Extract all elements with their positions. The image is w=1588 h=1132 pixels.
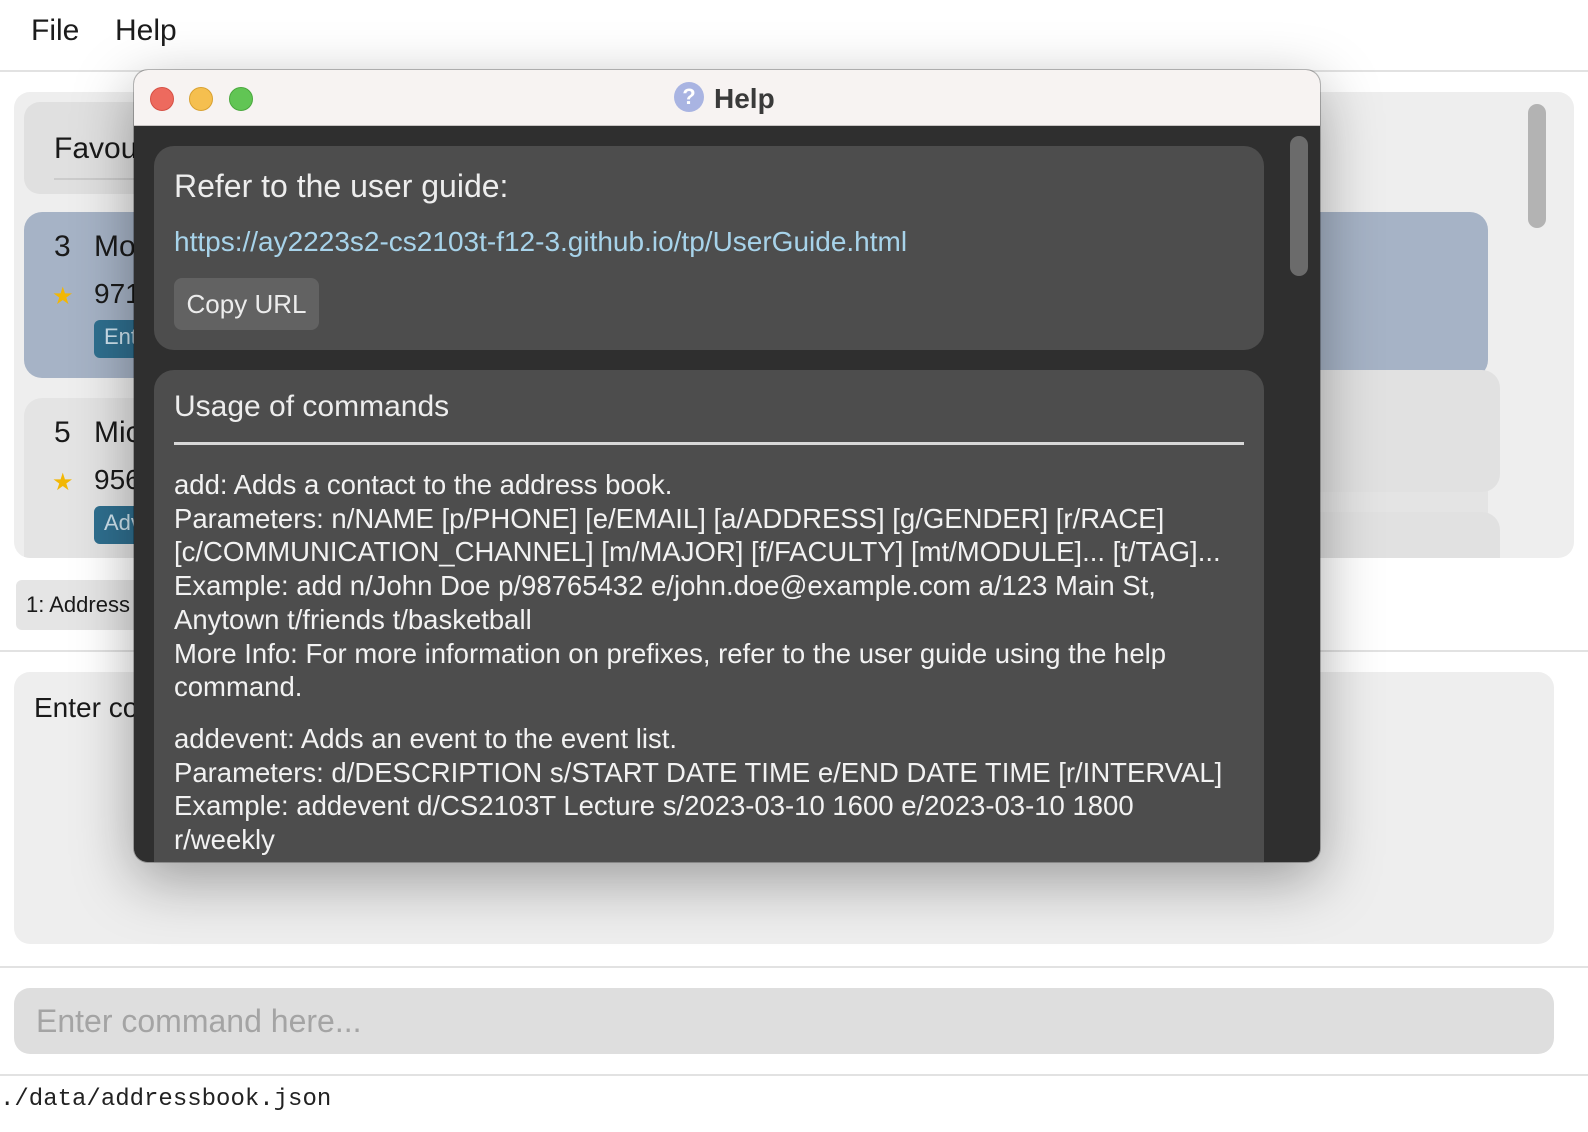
event-card[interactable] (1294, 512, 1500, 558)
menu-file[interactable]: File (31, 14, 79, 48)
usage-title: Usage of commands (174, 390, 450, 423)
minimize-window-button[interactable] (189, 87, 213, 111)
favourite-star-icon: ★ (52, 283, 74, 310)
command-usage-addevent: addevent: Adds an event to the event lis… (174, 722, 1254, 857)
maximize-window-button[interactable] (229, 87, 253, 111)
copy-url-button[interactable]: Copy URL (174, 278, 319, 330)
favourite-star-icon: ★ (52, 469, 74, 496)
command-usage-line: Parameters: n/NAME [p/PHONE] [e/EMAIL] [… (174, 502, 1165, 534)
command-usage-line: Parameters: d/DESCRIPTION s/START DATE T… (174, 756, 1223, 788)
favourites-label: Favou (54, 132, 138, 165)
command-usage-line: More Info: For more information on prefi… (174, 637, 1167, 669)
menu-help[interactable]: Help (115, 14, 177, 48)
command-usage-line: addevent: Adds an event to the event lis… (174, 723, 677, 754)
help-question-icon: ? (674, 82, 704, 112)
menu-bar: File Help (0, 0, 1588, 72)
close-window-button[interactable] (150, 87, 174, 111)
command-usage-line: [c/COMMUNICATION_CHANNEL] [m/MAJOR] [f/F… (174, 536, 1221, 568)
command-usage-line: add: Adds a contact to the address book. (174, 469, 673, 500)
person-index: 5 (54, 416, 71, 449)
command-usage-line: r/weekly (174, 824, 275, 856)
command-input[interactable] (14, 988, 1554, 1054)
help-title-text: Help (714, 83, 775, 114)
divider (0, 966, 1588, 968)
help-titlebar[interactable]: ? Help (134, 70, 1320, 126)
command-usage-line: Anytown t/friends t/basketball (174, 603, 532, 635)
help-window: ? Help Refer to the user guide: https://… (134, 70, 1320, 862)
list-scrollbar[interactable] (1528, 104, 1546, 228)
user-guide-label: Refer to the user guide: (174, 168, 509, 204)
divider (0, 1074, 1588, 1076)
usage-panel: Usage of commands add: Adds a contact to… (154, 370, 1264, 862)
usage-divider (174, 442, 1244, 445)
command-usage-add: add: Adds a contact to the address book.… (174, 468, 1254, 704)
person-index: 3 (54, 230, 71, 263)
save-location-path: ./data/addressbook.json (0, 1086, 332, 1113)
user-guide-link[interactable]: https://ay2223s2-cs2103t-f12-3.github.io… (174, 226, 907, 258)
command-usage-line: Example: addevent d/CS2103T Lecture s/20… (174, 790, 1134, 822)
person-name: Mo (94, 230, 136, 263)
result-text: Enter co (34, 692, 139, 723)
command-usage-line: command. (174, 671, 303, 703)
help-body: Refer to the user guide: https://ay2223s… (134, 126, 1320, 862)
event-card[interactable] (1294, 370, 1500, 492)
user-guide-panel: Refer to the user guide: https://ay2223s… (154, 146, 1264, 350)
help-scrollbar[interactable] (1290, 136, 1308, 276)
command-usage-line: Example: add n/John Doe p/98765432 e/joh… (174, 570, 1156, 602)
